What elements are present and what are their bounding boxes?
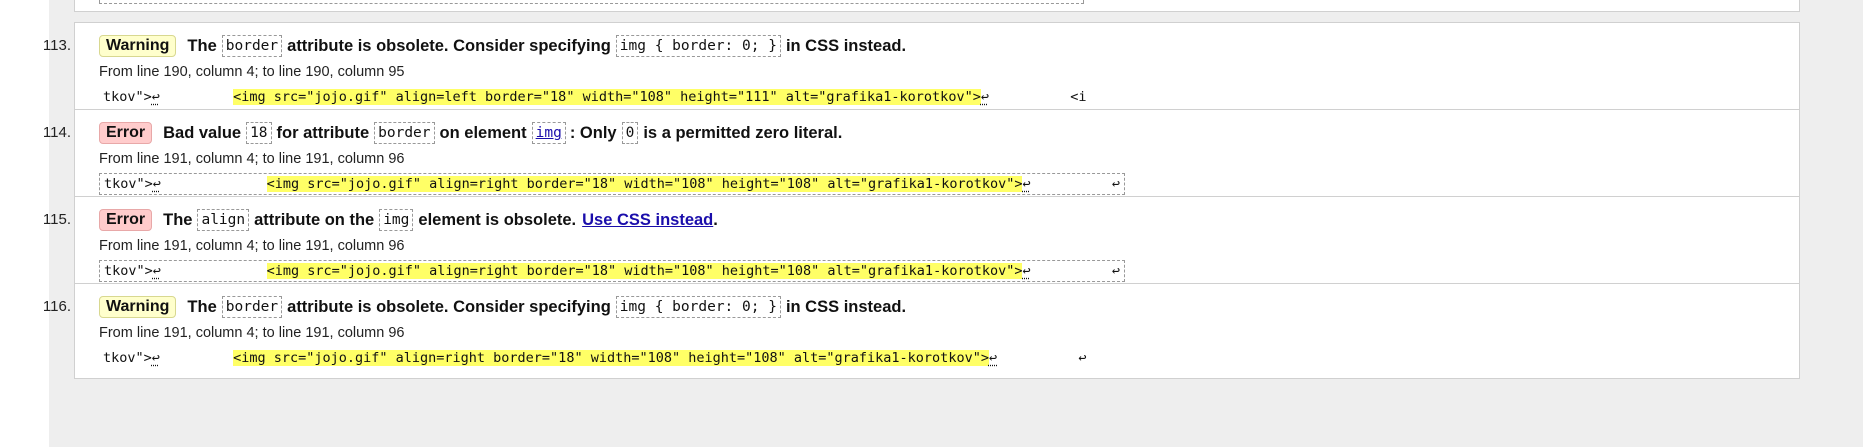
- code-snippet: border: [221, 296, 283, 318]
- message-item: 116. Warning The border attribute is obsolet…: [43, 283, 1800, 379]
- message-item: 114. Error Bad value 18 for attribute border o…: [43, 109, 1800, 205]
- message-text-segment: attribute is obsolete. Consider specifyi…: [287, 297, 611, 316]
- message-text-segment: attribute on the: [254, 210, 375, 229]
- extract-gap: [160, 350, 233, 366]
- warning-badge: Warning: [99, 296, 177, 318]
- code-snippet: img { border: 0; }: [615, 35, 781, 57]
- message-item: 115. Error The align attribute on the img elem…: [43, 196, 1800, 292]
- extract-suffix: ↩: [1030, 263, 1121, 279]
- message-text-segment: The: [187, 36, 217, 55]
- code-snippet: 0: [621, 122, 639, 144]
- message-text-segment: for attribute: [276, 123, 370, 142]
- code-extract: tkov"> ↩ <img src="jojo.gif" align=left b…: [99, 86, 1091, 108]
- error-badge: Error: [99, 122, 153, 144]
- highlighted-code: <img src="jojo.gif" align=right border="…: [266, 176, 1023, 192]
- source-location: From line 191, column 4; to line 191, co…: [99, 238, 405, 254]
- extract-prefix: tkov">: [103, 350, 152, 366]
- message-text-segment: : Only: [569, 123, 617, 142]
- code-snippet: img: [379, 209, 414, 231]
- code-snippet: img { border: 0; }: [615, 296, 781, 318]
- extract-gap: [161, 176, 267, 192]
- code-snippet: border: [221, 35, 283, 57]
- line-break-icon: ↩: [152, 176, 161, 192]
- message-text: Error The align attribute on the img element …: [99, 206, 719, 234]
- source-location: From line 191, column 4; to line 191, co…: [99, 151, 405, 167]
- message-item: 113. Warning The border attribute is obsolet…: [43, 22, 1800, 118]
- extract-gap: [160, 89, 233, 105]
- extract-prefix: tkov">: [103, 89, 152, 105]
- error-badge: Error: [99, 209, 153, 231]
- message-text-segment: in CSS instead.: [785, 297, 907, 316]
- highlighted-code: <img src="jojo.gif" align=right border="…: [233, 350, 989, 366]
- highlighted-code: <img src="jojo.gif" align=right border="…: [266, 263, 1023, 279]
- message-text: Warning The border attribute is obsolete. C…: [99, 293, 907, 321]
- message-number: 116.: [42, 298, 71, 315]
- message-number: 115.: [42, 211, 71, 228]
- message-text-segment: in CSS instead.: [785, 36, 907, 55]
- message-text-segment: element is obsolete.: [418, 210, 577, 229]
- code-snippet: align: [197, 209, 250, 231]
- extract-prefix: tkov">: [104, 263, 153, 279]
- line-break-icon: ↩: [980, 89, 989, 105]
- code-extract: tkov"> ↩ <img src="jojo.gif" align=right …: [99, 347, 1091, 369]
- line-break-icon: ↩: [1022, 263, 1031, 279]
- line-break-icon: ↩: [988, 350, 998, 366]
- message-text-segment: attribute is obsolete. Consider specifyi…: [287, 36, 611, 55]
- warning-badge: Warning: [99, 35, 177, 57]
- code-extract: tkov"> ↩ <img src="jojo.gif" align=right …: [99, 260, 1126, 282]
- previous-message-card: [74, 0, 1800, 12]
- line-break-icon: ↩: [151, 89, 160, 105]
- message-text-segment: The: [163, 210, 193, 229]
- line-break-icon: ↩: [151, 350, 160, 366]
- code-extract: tkov"> ↩ <img src="jojo.gif" align=right …: [99, 173, 1126, 195]
- message-text-segment: The: [187, 297, 217, 316]
- message-text: Warning The border attribute is obsolete. C…: [99, 32, 907, 60]
- message-number: 113.: [42, 37, 71, 54]
- element-spec-link[interactable]: img: [531, 122, 566, 144]
- source-location: From line 190, column 4; to line 190, co…: [99, 64, 405, 80]
- message-text-segment: on element: [439, 123, 527, 142]
- message-text-segment: Bad value: [163, 123, 242, 142]
- message-text-segment: is a permitted zero literal.: [643, 123, 843, 142]
- highlighted-code: <img src="jojo.gif" align=left border="1…: [233, 89, 981, 105]
- previous-extract-box: [99, 0, 1084, 4]
- extract-suffix: <i: [988, 89, 1087, 105]
- extract-prefix: tkov">: [104, 176, 153, 192]
- line-break-icon: ↩: [1022, 176, 1031, 192]
- message-number: 114.: [42, 124, 71, 141]
- message-text-segment: .: [713, 210, 718, 229]
- extract-suffix: ↩: [1030, 176, 1121, 192]
- line-break-icon: ↩: [152, 263, 161, 279]
- message-text: Error Bad value 18 for attribute border on el…: [99, 119, 843, 147]
- source-location: From line 191, column 4; to line 191, co…: [99, 325, 405, 341]
- extract-gap: [161, 263, 267, 279]
- code-snippet: 18: [246, 122, 272, 144]
- extract-suffix: ↩: [997, 350, 1087, 366]
- use-css-link[interactable]: Use CSS instead: [582, 211, 713, 230]
- code-snippet: border: [374, 122, 435, 144]
